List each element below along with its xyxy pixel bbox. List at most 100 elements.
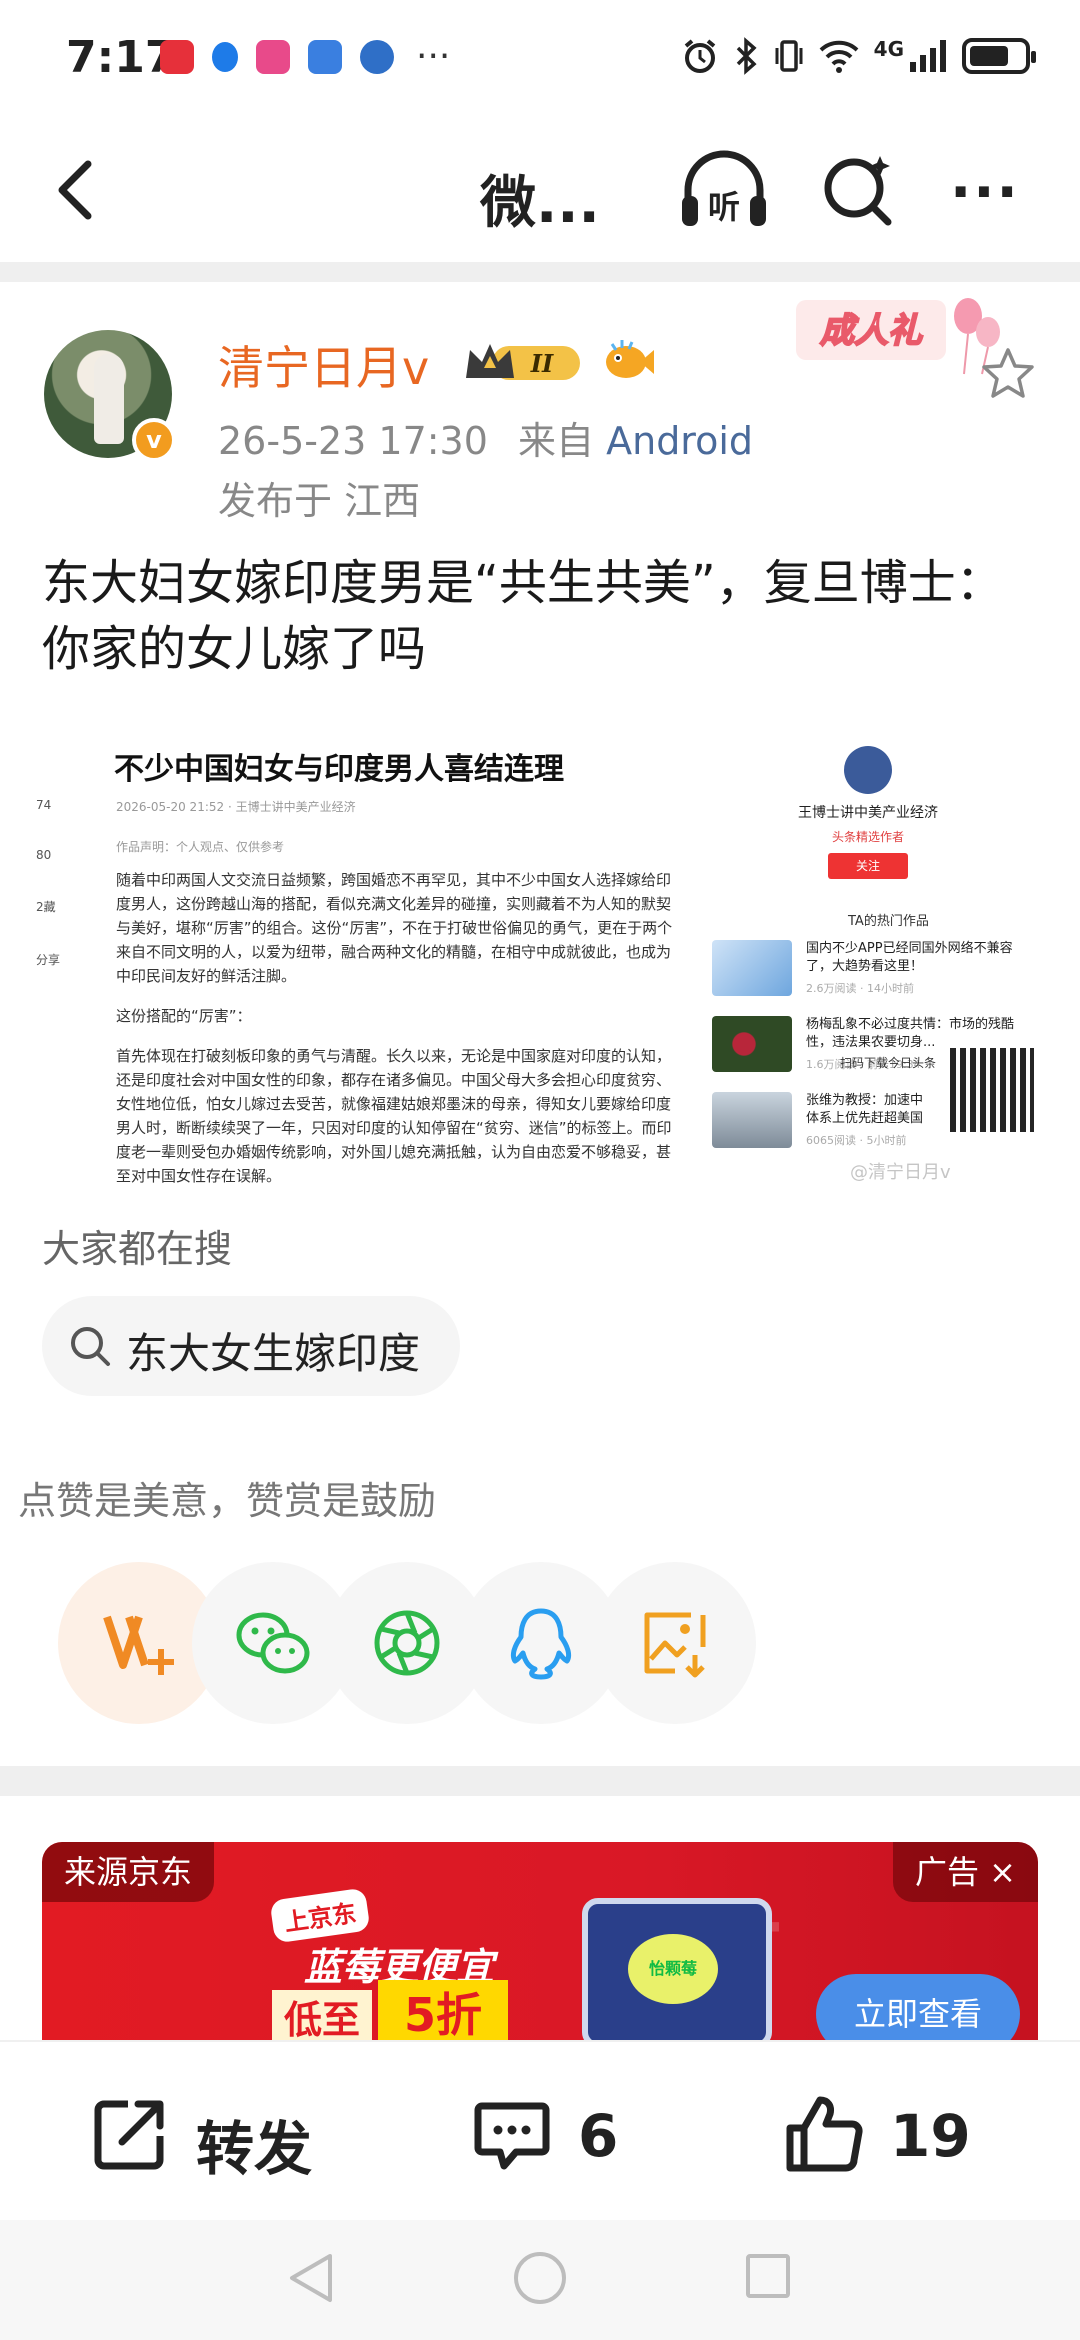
ad-close-tag[interactable]: 广告 × xyxy=(893,1842,1038,1902)
nav-home-icon[interactable] xyxy=(514,2252,566,2304)
game-app-icon xyxy=(256,40,290,74)
section-divider xyxy=(0,1766,1080,1796)
battery-icon xyxy=(962,38,1036,74)
svg-text:听: 听 xyxy=(708,188,740,226)
wifi-icon xyxy=(819,40,859,73)
member-crown-badge-icon[interactable]: II xyxy=(462,338,590,386)
listen-headphones-icon[interactable]: 听 xyxy=(676,146,772,236)
system-nav-bar xyxy=(0,2220,1080,2340)
post-meta: 26-5-23 17:30 来自 Android xyxy=(218,410,753,465)
article-date: 2026-05-20 21:52 · 王博士讲中美产业经济 xyxy=(116,800,356,814)
shield-app-icon xyxy=(212,42,238,72)
repost-label: 转发 xyxy=(196,2115,313,2183)
save-image-icon xyxy=(644,1612,706,1678)
reward-v-plus-icon xyxy=(103,1615,174,1675)
qq-penguin-icon xyxy=(510,1608,572,1680)
moments-aperture-icon xyxy=(374,1610,440,1676)
status-bar: 7:17 ··· 4G xyxy=(0,0,1080,120)
article-fav-count: 2藏 xyxy=(36,900,56,914)
trending-search-heading: 大家都在搜 xyxy=(42,1227,233,1271)
weibo-post-page: 7:17 ··· 4G 微... 听 ··· v 清宁日月v II 26-5-2… xyxy=(0,0,1080,2340)
qr-download-label: 扫码下载今日头条 xyxy=(840,1056,937,1070)
article-screenshot-image[interactable]: 74 80 2藏 分享 不少中国妇女与印度男人喜结连理 2026-05-20 2… xyxy=(30,718,1050,1190)
save-image-button[interactable] xyxy=(594,1562,756,1724)
back-arrow-icon[interactable] xyxy=(40,150,120,230)
fish-badge-icon[interactable] xyxy=(600,336,654,386)
post-title: 东大妇女嫁印度男是“共生共美”，复旦博士：你家的女儿嫁了吗 xyxy=(42,555,1004,677)
hot-works-title: TA的热门作品 xyxy=(848,914,929,929)
favorite-star-icon[interactable] xyxy=(980,346,1036,402)
post-source-prefix: 来自 xyxy=(518,419,595,463)
article-like-count: 74 xyxy=(36,798,52,812)
post-location: 发布于 江西 xyxy=(218,479,421,523)
hot-work-thumbnail xyxy=(712,940,792,996)
article-paragraph: 随着中印两国人文交流日益频繁，跨国婚恋不再罕见，其中不少中国女人选择嫁给印度男人… xyxy=(116,871,673,985)
post-timestamp: 26-5-23 17:30 xyxy=(218,419,488,463)
ad-discount: 5折 xyxy=(378,1980,508,2042)
trending-search-chip[interactable]: 东大女生嫁印度 xyxy=(42,1296,460,1396)
hot-work-item: 张维为教授：加速中体系上优先赶超美国 6065阅读 · 5小时前 xyxy=(712,1092,932,1152)
chart-app-icon xyxy=(308,40,342,74)
top-nav: 微... 听 ··· xyxy=(0,120,1080,260)
more-options-icon[interactable]: ··· xyxy=(950,160,1020,225)
ceremony-tag-text: 成人礼 xyxy=(820,311,923,351)
sync-app-icon xyxy=(360,40,394,74)
comment-count: 6 xyxy=(578,2102,619,2170)
search-icon xyxy=(71,1327,110,1366)
article-comment-count: 80 xyxy=(36,848,52,862)
like-count: 19 xyxy=(890,2102,971,2170)
article-body: 随着中印两国人文交流日益频繁，跨国婚恋不再罕见，其中不少中国女人选择嫁给印度男人… xyxy=(116,868,682,1190)
article-title: 不少中国妇女与印度男人喜结连理 xyxy=(114,752,564,787)
bluetooth-icon xyxy=(736,37,757,75)
qr-code-image xyxy=(950,1048,1034,1132)
repost-button[interactable]: 转发 xyxy=(88,2092,348,2183)
nav-back-icon[interactable] xyxy=(286,2250,336,2306)
hot-work-title: 张维为教授：加速中体系上优先赶超美国 xyxy=(806,1093,924,1126)
bottom-action-bar: 转发 6 19 xyxy=(0,2040,1080,2220)
article-author-avatar xyxy=(844,746,892,794)
wechat-icon xyxy=(236,1612,310,1674)
reward-tip-text: 点赞是美意，赞赏是鼓励 xyxy=(18,1479,437,1523)
hot-work-title: 杨梅乱象不必过度共情：市场的残酷性，违法果农要切身... xyxy=(806,1017,1015,1050)
huawei-app-icon xyxy=(160,40,194,74)
ai-search-icon[interactable] xyxy=(818,150,898,230)
image-watermark: @清宁日月v xyxy=(850,1162,951,1183)
vibrate-icon xyxy=(775,40,803,72)
article-follow-button: 关注 xyxy=(828,853,908,879)
trending-search-text: 东大女生嫁印度 xyxy=(126,1329,421,1378)
hot-work-item: 国内不少APP已经同国外网络不兼容了，大趋势看这里！ 2.6万阅读 · 14小时… xyxy=(712,940,1042,1000)
like-button[interactable]: 19 xyxy=(782,2092,982,2172)
section-divider xyxy=(0,262,1080,282)
coming-of-age-ceremony-badge[interactable]: 成人礼 xyxy=(796,286,1006,376)
hot-work-thumbnail xyxy=(712,1092,792,1148)
more-notifications-icon: ··· xyxy=(416,36,451,77)
repost-share-icon xyxy=(94,2100,164,2170)
ad-discount-prefix: 低至 xyxy=(272,1990,372,2042)
article-share-label: 分享 xyxy=(36,953,61,967)
article-paragraph: 这份搭配的“厉害”： xyxy=(116,1007,252,1025)
signal-icon xyxy=(910,40,946,72)
post-source[interactable]: Android xyxy=(606,419,753,463)
hot-work-meta: 2.6万阅读 · 14小时前 xyxy=(806,982,914,995)
ad-source-tag: 来源京东 xyxy=(42,1842,215,1902)
network-type: 4G xyxy=(873,37,904,61)
hot-work-meta: 6065阅读 · 5小时前 xyxy=(806,1134,907,1147)
hot-work-thumbnail xyxy=(712,1016,792,1072)
share-options-row xyxy=(58,1562,1058,1726)
article-note: 作品声明：个人观点、仅供参考 xyxy=(116,840,285,854)
verified-v-icon: v xyxy=(132,418,176,462)
status-right: 4G xyxy=(680,36,1036,76)
article-author-role: 头条精选作者 xyxy=(831,830,904,844)
article-author-name: 王博士讲中美产业经济 xyxy=(798,805,938,821)
author-name[interactable]: 清宁日月v xyxy=(218,332,429,398)
comment-button[interactable]: 6 xyxy=(470,2092,650,2172)
notification-icons: ··· xyxy=(160,36,451,77)
product-label: 怡颗莓 xyxy=(628,1934,718,2004)
nav-recents-icon[interactable] xyxy=(746,2254,790,2298)
article-side-actions: 74 80 2藏 分享 xyxy=(36,798,66,1004)
comment-bubble-icon xyxy=(474,2102,550,2170)
ad-view-now-button[interactable]: 立即查看 xyxy=(816,1974,1020,2042)
article-author-card: 王博士讲中美产业经济 头条精选作者 关注 xyxy=(768,746,968,879)
jd-ad-banner[interactable]: 超市 来源京东 广告 × 上京东 蓝莓更便宜 低至 5折 怡颗莓 立即查看 xyxy=(42,1842,1038,2042)
level-badge-text: II xyxy=(530,349,554,378)
